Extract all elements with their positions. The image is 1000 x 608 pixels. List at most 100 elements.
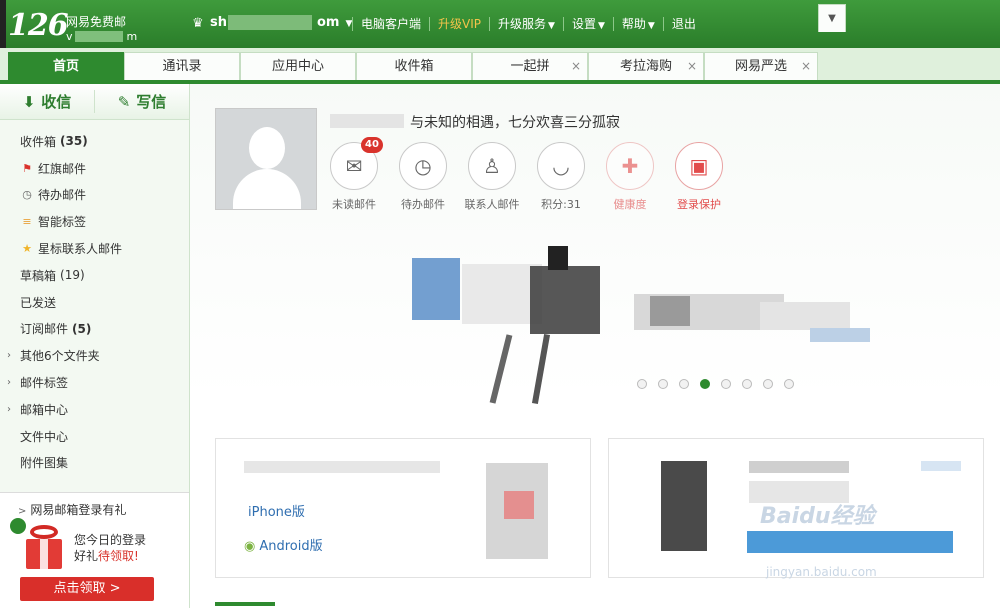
quick-action-button[interactable]: ◡	[537, 142, 585, 190]
nav-separator	[562, 16, 564, 31]
user-account-prefix: sh	[210, 15, 227, 30]
tab-1[interactable]: 首页	[8, 52, 124, 80]
claim-gift-button[interactable]: 点击领取 >	[20, 577, 154, 601]
folder-label: 红旗邮件	[38, 161, 87, 176]
tab-label: 收件箱	[394, 59, 434, 74]
tab-label: 一起拼	[510, 59, 550, 74]
topnav-item[interactable]: 帮助 ▼	[622, 15, 655, 32]
folder-item[interactable]: ◷ 待办邮件	[0, 182, 189, 209]
avatar[interactable]	[215, 108, 317, 210]
quick-action-label: 健康度	[613, 198, 647, 211]
product-buy-button[interactable]	[747, 531, 953, 553]
topnav-item[interactable]: 升级VIP	[438, 15, 481, 32]
tab-2[interactable]: 通讯录	[124, 52, 240, 80]
corner-badge	[8, 516, 28, 536]
tab-6[interactable]: 考拉海购 ×	[588, 52, 704, 80]
receive-button[interactable]: ⬇ 收信	[0, 84, 94, 119]
brand-logo[interactable]: 126	[8, 8, 69, 43]
watermark-brand: Baidu经验	[760, 504, 875, 529]
folder-item[interactable]: 草稿箱 (19)	[0, 262, 189, 289]
tab-label: 通讯录	[162, 59, 202, 74]
qr-accent	[504, 491, 534, 519]
folder-item[interactable]: ⚑ 红旗邮件	[0, 155, 189, 182]
account-short-head: v	[66, 30, 73, 43]
close-icon[interactable]: ×	[687, 53, 697, 80]
user-redaction	[228, 15, 312, 30]
quick-action-button[interactable]: ▣	[675, 142, 723, 190]
carousel-dot[interactable]	[721, 379, 731, 389]
topnav-item[interactable]: 升级服务 ▼	[498, 15, 555, 32]
folder-label: 其他6个文件夹	[20, 349, 100, 364]
folder-item[interactable]: ★ 星标联系人邮件	[0, 235, 189, 262]
compose-label: 写信	[136, 93, 167, 111]
promo-line-2-prefix: 好礼	[74, 549, 99, 563]
tab-label: 考拉海购	[619, 59, 672, 74]
android-label: Android版	[259, 539, 323, 554]
chevron-right-icon[interactable]: ›	[7, 404, 11, 415]
quick-action-button[interactable]: ♙	[468, 142, 516, 190]
chevron-down-icon: ▼	[548, 21, 555, 31]
nav-separator	[489, 16, 491, 31]
folder-item[interactable]: 收件箱 (35)	[0, 128, 189, 155]
carousel-dot[interactable]	[784, 379, 794, 389]
nav-separator	[429, 16, 431, 31]
folder-item[interactable]: 附件图集	[0, 450, 189, 477]
topnav-item[interactable]: 电脑客户端	[361, 15, 421, 32]
tab-label: 首页	[52, 59, 79, 74]
watermark-url: jingyan.baidu.com	[766, 565, 877, 579]
quick-action-label: 积分:31	[541, 198, 581, 211]
account-short-tail: m	[126, 30, 138, 43]
carousel-dot[interactable]	[637, 379, 647, 389]
close-icon[interactable]: ×	[801, 53, 811, 80]
top-bar: 126 网易免费邮 vm ♛ sh om ▼ 电脑客户端 升级VIP 升级服务 ▼ 设置 ▼ 帮…	[0, 0, 1000, 56]
folder-item[interactable]: › 邮件标签	[0, 369, 189, 396]
account-redaction	[75, 31, 123, 42]
tab-7[interactable]: 网易严选 ×	[704, 52, 818, 80]
close-icon[interactable]: ×	[571, 53, 581, 80]
tab-4[interactable]: 收件箱	[356, 52, 472, 80]
compose-button[interactable]: ✎ 写信	[95, 84, 189, 119]
chevron-right-icon[interactable]: ›	[7, 350, 11, 361]
mobile-app-card: iPhone版 ◉ Android版	[215, 438, 591, 578]
folder-item[interactable]: › 其他6个文件夹	[0, 342, 189, 369]
topnav-label: 设置	[571, 17, 596, 31]
carousel-dot[interactable]	[658, 379, 668, 389]
tab-5[interactable]: 一起拼 ×	[472, 52, 588, 80]
carousel-dot[interactable]	[763, 379, 773, 389]
chevron-right-icon[interactable]: ›	[7, 377, 11, 388]
tab-more-button[interactable]: ▼	[818, 4, 846, 32]
quick-action-label: 联系人邮件	[464, 198, 520, 211]
quick-action-button[interactable]: ◷	[399, 142, 447, 190]
folder-item[interactable]: › 邮箱中心	[0, 396, 189, 423]
clock-icon: ◷	[22, 188, 32, 202]
topnav-label: 电脑客户端	[361, 17, 422, 31]
quick-action-button[interactable]: ✉ 40	[330, 137, 383, 190]
receive-label: 收信	[41, 93, 72, 111]
clock-icon: ◷	[414, 154, 432, 178]
carousel-dot[interactable]	[679, 379, 689, 389]
folder-label: 附件图集	[20, 456, 69, 471]
topnav-label: 升级服务	[498, 17, 547, 31]
folder-label: 已发送	[20, 295, 57, 310]
tab-3[interactable]: 应用中心	[240, 52, 356, 80]
edit-icon: ✎	[117, 92, 131, 111]
android-icon: ◉	[244, 539, 256, 554]
carousel-dot[interactable]	[700, 379, 710, 389]
topnav-item[interactable]: 设置 ▼	[572, 15, 605, 32]
promo-title[interactable]: > 网易邮箱登录有礼	[18, 501, 126, 518]
folder-item[interactable]: 已发送	[0, 289, 189, 316]
folder-item[interactable]: 订阅邮件 (5)	[0, 316, 189, 343]
folder-label: 订阅邮件	[20, 322, 69, 337]
mail-actions: ⬇ 收信 ✎ 写信	[0, 84, 189, 120]
folder-item[interactable]: ≡ 智能标签	[0, 208, 189, 235]
folder-label: 待办邮件	[38, 188, 87, 203]
topnav-item[interactable]: 退出	[672, 15, 696, 32]
promo-title-text: 网易邮箱登录有礼	[30, 503, 127, 517]
android-link[interactable]: ◉ Android版	[244, 535, 323, 554]
folder-label: 邮箱中心	[20, 402, 69, 417]
carousel-dot[interactable]	[742, 379, 752, 389]
sidebar: ⬇ 收信 ✎ 写信 收件箱 (35) ⚑ 红旗邮件 ◷ 待办邮件 ≡ 智能标签 ★ 星标联系人邮件…	[0, 84, 190, 608]
iphone-link[interactable]: iPhone版	[244, 501, 305, 520]
folder-item[interactable]: 文件中心	[0, 423, 189, 450]
quick-action-button[interactable]: ✚	[606, 142, 654, 190]
